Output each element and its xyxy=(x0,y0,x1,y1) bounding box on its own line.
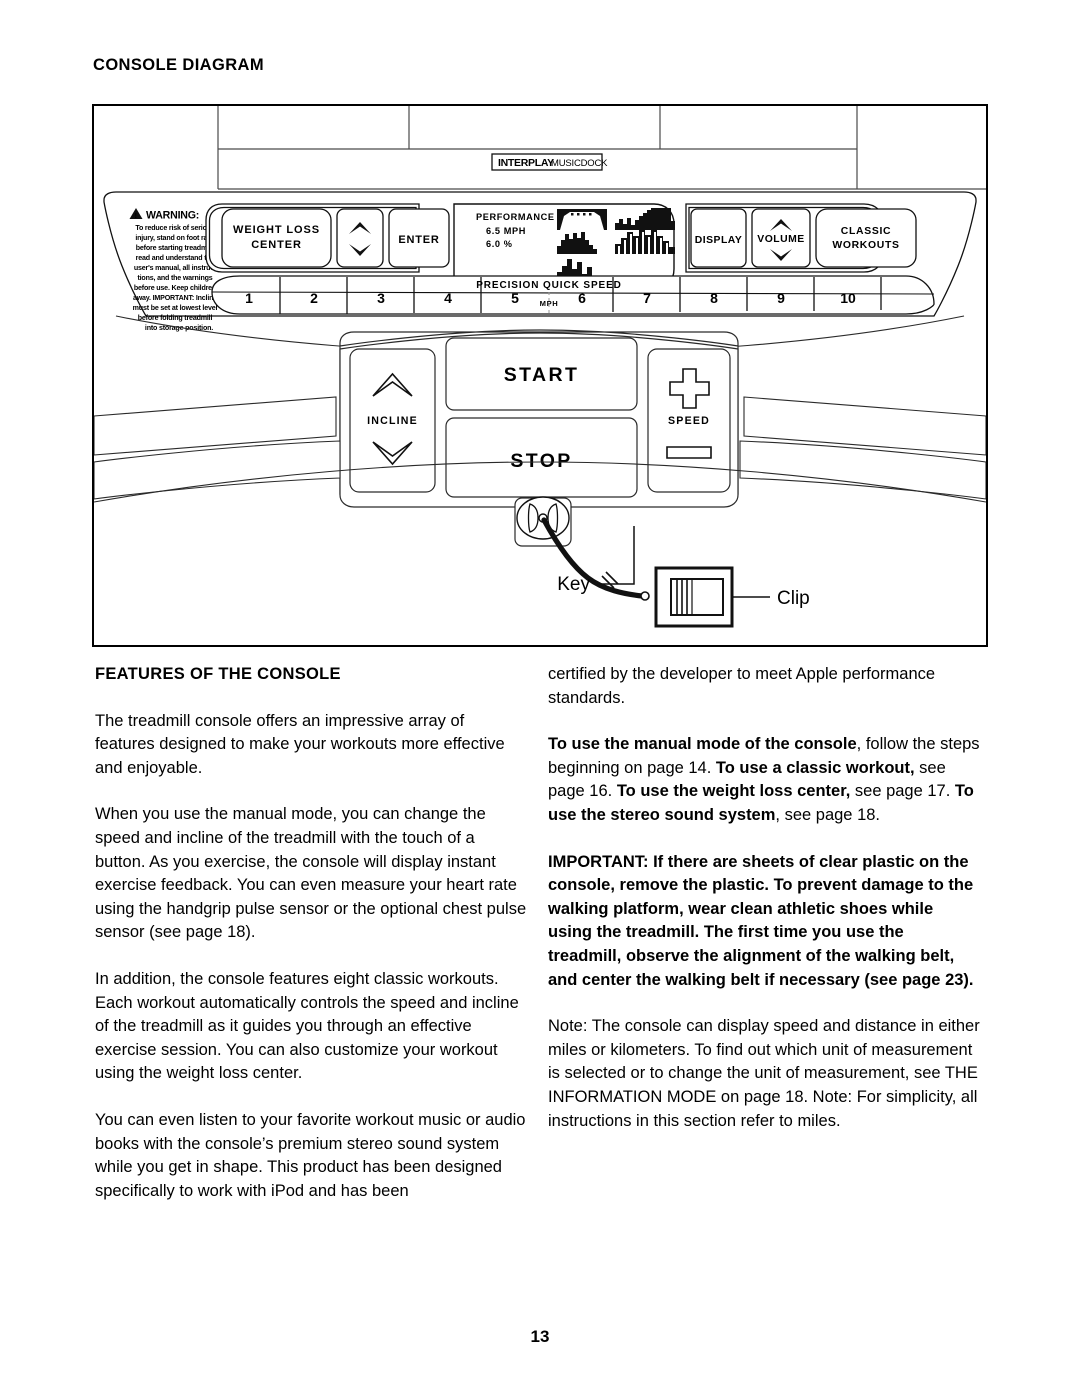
enter-button[interactable]: ENTER xyxy=(388,208,450,268)
minus-icon xyxy=(666,446,712,459)
weight-loss-center-button[interactable]: WEIGHT LOSS CENTER xyxy=(221,208,332,268)
quick-speed-key-8[interactable]: 8 xyxy=(710,290,718,306)
logo-primary-text: INTERPLAY xyxy=(498,157,554,169)
svg-text:before use. Keep children: before use. Keep children xyxy=(134,284,216,292)
ref-stereo-text: , see page 18. xyxy=(775,805,881,824)
svg-text:must be set at lowest level: must be set at lowest level xyxy=(133,304,218,312)
callout-clip: Clip xyxy=(732,588,810,609)
logo-secondary-text: MUSICDOCK xyxy=(551,158,608,169)
svg-text:injury, stand on foot rails: injury, stand on foot rails xyxy=(135,234,215,242)
quick-speed-key-6[interactable]: 6 xyxy=(578,290,586,306)
quick-speed-key-9[interactable]: 9 xyxy=(777,290,785,306)
console-diagram: INTERPLAY MUSICDOCK ! WARNING: To reduce… xyxy=(92,104,988,647)
display-button[interactable]: DISPLAY xyxy=(690,208,747,268)
quick-speed-key-2[interactable]: 2 xyxy=(310,290,318,306)
paragraph-stereo-sound: You can even listen to your favorite wor… xyxy=(95,1110,526,1200)
paragraph-units-note: Note: The console can display speed and … xyxy=(548,1017,980,1130)
key-callout-label: Key xyxy=(557,574,590,595)
interplay-musicdock-logo: INTERPLAY MUSICDOCK xyxy=(491,153,608,171)
svg-text:To reduce risk of serious: To reduce risk of serious xyxy=(135,224,215,232)
weight-loss-arrows-button[interactable] xyxy=(336,208,384,268)
enter-label: ENTER xyxy=(398,234,439,246)
ref-weight-loss-text: see page 17. xyxy=(850,782,955,801)
diagram-leader-lines xyxy=(217,106,986,190)
display-incline-value: 6.0 % xyxy=(486,239,513,249)
ref-weight-loss-bold: To use the weight loss center, xyxy=(616,782,851,801)
weight-loss-center-label-1: WEIGHT LOSS xyxy=(233,224,320,236)
classic-workouts-label-1: CLASSIC xyxy=(841,226,892,237)
clip-callout-label: Clip xyxy=(777,588,810,609)
svg-text:before starting treadmill,: before starting treadmill, xyxy=(136,244,215,252)
warning-label: ! WARNING: To reduce risk of serious inj… xyxy=(129,208,218,332)
safety-clip xyxy=(654,566,734,628)
precision-quick-speed-label: PRECISION QUICK SPEED xyxy=(476,280,622,291)
start-button[interactable]: START xyxy=(445,337,638,411)
ref-manual-mode-bold: To use the manual mode of the console xyxy=(548,735,857,754)
display-button-label: DISPLAY xyxy=(695,235,743,246)
svg-text:tions, and the warnings: tions, and the warnings xyxy=(137,274,212,282)
volume-label: VOLUME xyxy=(757,234,804,245)
classic-workouts-label-2: WORKOUTS xyxy=(832,240,899,251)
quick-speed-key-4[interactable]: 4 xyxy=(444,290,452,306)
quick-speed-key-1[interactable]: 1 xyxy=(245,290,253,306)
start-label: START xyxy=(504,364,580,386)
svg-text:user's manual, all instruc-: user's manual, all instruc- xyxy=(134,264,217,272)
speed-label: SPEED xyxy=(668,415,710,427)
incline-label: INCLINE xyxy=(367,415,418,427)
quick-speed-key-3[interactable]: 3 xyxy=(377,290,385,306)
svg-text:before folding treadmill: before folding treadmill xyxy=(138,314,213,322)
classic-workouts-button[interactable]: CLASSIC WORKOUTS xyxy=(815,208,917,268)
quick-speed-key-7[interactable]: 7 xyxy=(643,290,651,306)
ref-classic-workout-bold: To use a classic workout, xyxy=(715,758,915,777)
paragraph-manual-mode: When you use the manual mode, you can ch… xyxy=(95,805,527,942)
paragraph-mode-references: To use the manual mode of the console, f… xyxy=(548,733,980,827)
incline-button[interactable]: INCLINE xyxy=(349,348,436,493)
paragraph-classic-workouts: In addition, the console features eight … xyxy=(95,969,519,1083)
page-number: 13 xyxy=(530,1327,550,1346)
stop-label: STOP xyxy=(510,450,572,472)
paragraph-intro: The treadmill console offers an impressi… xyxy=(95,711,505,777)
svg-text:away. IMPORTANT: Incline: away. IMPORTANT: Incline xyxy=(133,294,217,302)
page-title: CONSOLE DIAGRAM xyxy=(93,56,264,74)
right-text-column: certified by the developer to meet Apple… xyxy=(548,663,980,1133)
weight-loss-center-label-2: CENTER xyxy=(251,239,302,251)
svg-text:!: ! xyxy=(135,213,137,220)
speed-button[interactable]: SPEED xyxy=(647,348,731,493)
display-mode-label: PERFORMANCE xyxy=(476,212,555,222)
workout-profile-1 xyxy=(557,209,607,230)
warning-title: WARNING: xyxy=(146,210,199,222)
quick-speed-key-10[interactable]: 10 xyxy=(840,290,856,306)
paragraph-important: IMPORTANT: If there are sheets of clear … xyxy=(548,852,974,989)
svg-text:read and understand the: read and understand the xyxy=(136,254,215,262)
volume-button[interactable]: VOLUME xyxy=(751,208,811,268)
left-text-column: FEATURES OF THE CONSOLE The treadmill co… xyxy=(95,663,527,1203)
stop-button[interactable]: STOP xyxy=(445,417,638,498)
features-heading: FEATURES OF THE CONSOLE xyxy=(95,665,341,683)
warning-body-text: To reduce risk of serious injury, stand … xyxy=(133,224,218,332)
display-speed-value: 6.5 MPH xyxy=(486,226,526,236)
paragraph-apple-certified: certified by the developer to meet Apple… xyxy=(548,665,936,707)
quick-speed-key-5[interactable]: 5 xyxy=(511,290,519,306)
